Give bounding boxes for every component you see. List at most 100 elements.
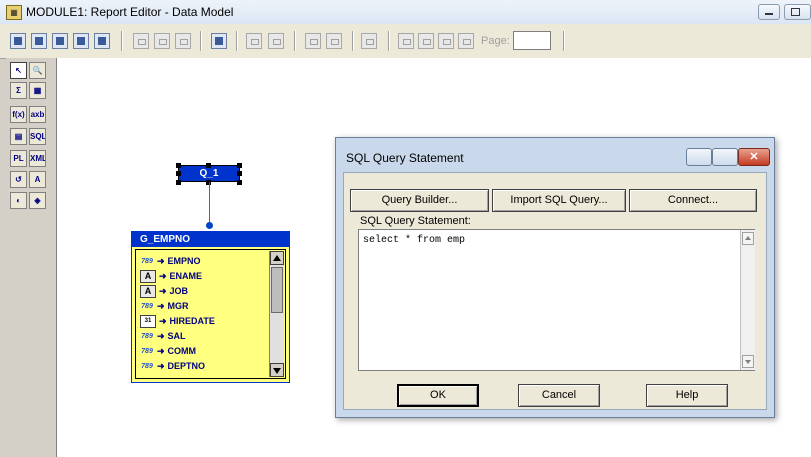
dialog-close-button[interactable]: ✕ (738, 148, 770, 166)
scroll-down-button[interactable] (270, 363, 284, 377)
number-type-icon: 789 (141, 348, 153, 356)
selection-handle[interactable] (237, 180, 242, 185)
previous-page-button[interactable] (418, 33, 434, 49)
maximize-button[interactable] (784, 4, 811, 20)
flex-mode-button[interactable] (154, 33, 170, 49)
fill-mode-button[interactable] (175, 33, 191, 49)
selection-handle[interactable] (206, 163, 211, 168)
page-number-input[interactable] (513, 31, 551, 50)
group-button[interactable] (305, 33, 321, 49)
toolbar-separator (121, 31, 123, 51)
toolbar-separator (388, 31, 390, 51)
tool-palette: ↖ 🔍 Σ ▦ f(x) axb ▤ SQL PL XML ↺ A ◐ ◈ (6, 58, 57, 457)
cross-product-tool[interactable]: ▤ (10, 128, 27, 145)
group-column-list: 789 ➜ EMPNO A ➜ ENAME A ➜ JOB 789 ➜ MGR 31 ➜ HIRED… (135, 249, 286, 379)
query-builder-button[interactable]: Query Builder... (350, 189, 489, 212)
scroll-up-button[interactable] (742, 232, 754, 245)
express-query-tool[interactable]: ◐ (10, 192, 27, 209)
scroll-thumb[interactable] (271, 267, 283, 313)
number-type-icon: 789 (141, 303, 153, 311)
toolbar-separator (236, 31, 238, 51)
ungroup-button[interactable] (326, 33, 342, 49)
scroll-up-button[interactable] (270, 251, 284, 265)
summary-column-tool[interactable]: Σ (10, 82, 27, 99)
sql-statement-label: SQL Query Statement: (360, 215, 471, 227)
report-builder-icon: ▦ (6, 5, 22, 20)
sql-query-tool[interactable]: SQL (29, 128, 46, 145)
column-arrow-icon: ➜ (157, 346, 165, 356)
column-arrow-icon: ➜ (157, 301, 165, 311)
import-sql-query-button[interactable]: Import SQL Query... (492, 189, 626, 212)
help-button[interactable]: Help (646, 384, 728, 407)
selection-handle[interactable] (176, 180, 181, 185)
text-query-tool[interactable]: A (29, 171, 46, 188)
placeholder-column-tool[interactable]: axb (29, 106, 46, 123)
toolbar-separator (352, 31, 354, 51)
data-model-view-button[interactable] (10, 33, 26, 49)
selection-handle[interactable] (237, 171, 242, 176)
data-link-tool[interactable]: ↺ (10, 171, 27, 188)
selection-handle[interactable] (237, 163, 242, 168)
toolbar-separator (200, 31, 202, 51)
paper-layout-view-button[interactable] (52, 33, 68, 49)
align-button[interactable] (246, 33, 262, 49)
group-column[interactable]: 789 ➜ COMM (140, 344, 266, 358)
group-object[interactable]: G_EMPNO 789 ➜ EMPNO A ➜ ENAME A ➜ JOB 789 ➜ MGR … (131, 231, 290, 383)
group-column[interactable]: 789 ➜ DEPTNO (140, 359, 266, 373)
sql-statement-input[interactable] (358, 229, 755, 371)
group-scrollbar[interactable] (269, 251, 284, 377)
database-column-tool[interactable]: ▦ (29, 82, 46, 99)
paper-design-view-button[interactable] (73, 33, 89, 49)
size-objects-button[interactable] (268, 33, 284, 49)
group-name: G_EMPNO (132, 232, 289, 247)
group-column[interactable]: 789 ➜ MGR (140, 299, 266, 313)
group-column[interactable]: 789 ➜ SAL (140, 329, 266, 343)
group-column[interactable]: A ➜ JOB (140, 284, 266, 299)
selection-handle[interactable] (176, 171, 181, 176)
magnify-tool[interactable]: 🔍 (29, 62, 46, 79)
link-endpoint[interactable] (206, 222, 213, 229)
formula-column-tool[interactable]: f(x) (10, 106, 27, 123)
cancel-button[interactable]: Cancel (518, 384, 600, 407)
first-page-button[interactable] (398, 33, 414, 49)
group-column[interactable]: 789 ➜ EMPNO (140, 254, 266, 268)
ref-cursor-tool[interactable]: ◈ (29, 192, 46, 209)
connect-button[interactable]: Connect... (629, 189, 757, 212)
next-page-button[interactable] (438, 33, 454, 49)
last-page-button[interactable] (458, 33, 474, 49)
page-label: Page: (481, 35, 510, 47)
column-arrow-icon: ➜ (157, 361, 165, 371)
window-title: MODULE1: Report Editor - Data Model (26, 5, 234, 19)
column-arrow-icon: ➜ (159, 316, 167, 326)
column-arrow-icon: ➜ (159, 271, 167, 281)
query-group-link (209, 182, 210, 226)
plsql-tool[interactable]: PL (10, 150, 27, 167)
dialog-maximize-button[interactable] (712, 148, 738, 166)
web-source-view-button[interactable] (31, 33, 47, 49)
group-column[interactable]: 31 ➜ HIREDATE (140, 314, 266, 329)
column-arrow-icon: ➜ (157, 256, 165, 266)
sql-statement-scrollbar[interactable] (740, 230, 755, 370)
number-type-icon: 789 (141, 363, 153, 371)
close-icon: ✕ (749, 151, 759, 163)
minimize-button[interactable] (758, 4, 780, 20)
frame-button[interactable] (211, 33, 227, 49)
select-tool[interactable]: ↖ (10, 62, 27, 79)
column-arrow-icon: ➜ (159, 286, 167, 296)
group-column[interactable]: A ➜ ENAME (140, 269, 266, 284)
column-arrow-icon: ➜ (157, 331, 165, 341)
maximize-icon (791, 8, 800, 16)
xml-query-tool[interactable]: XML (29, 150, 46, 167)
confine-mode-button[interactable] (133, 33, 149, 49)
grid-snap-button[interactable] (361, 33, 377, 49)
character-type-icon: A (140, 270, 156, 284)
dialog-body: Query Builder... Import SQL Query... Con… (343, 172, 767, 410)
scroll-down-button[interactable] (742, 355, 754, 368)
dialog-minimize-button[interactable] (686, 148, 712, 166)
number-type-icon: 789 (141, 258, 153, 266)
main-toolbar: Page: (0, 24, 811, 59)
ok-button[interactable]: OK (397, 384, 479, 407)
toolbar-separator (563, 31, 565, 51)
paper-parameter-form-view-button[interactable] (94, 33, 110, 49)
selection-handle[interactable] (176, 163, 181, 168)
